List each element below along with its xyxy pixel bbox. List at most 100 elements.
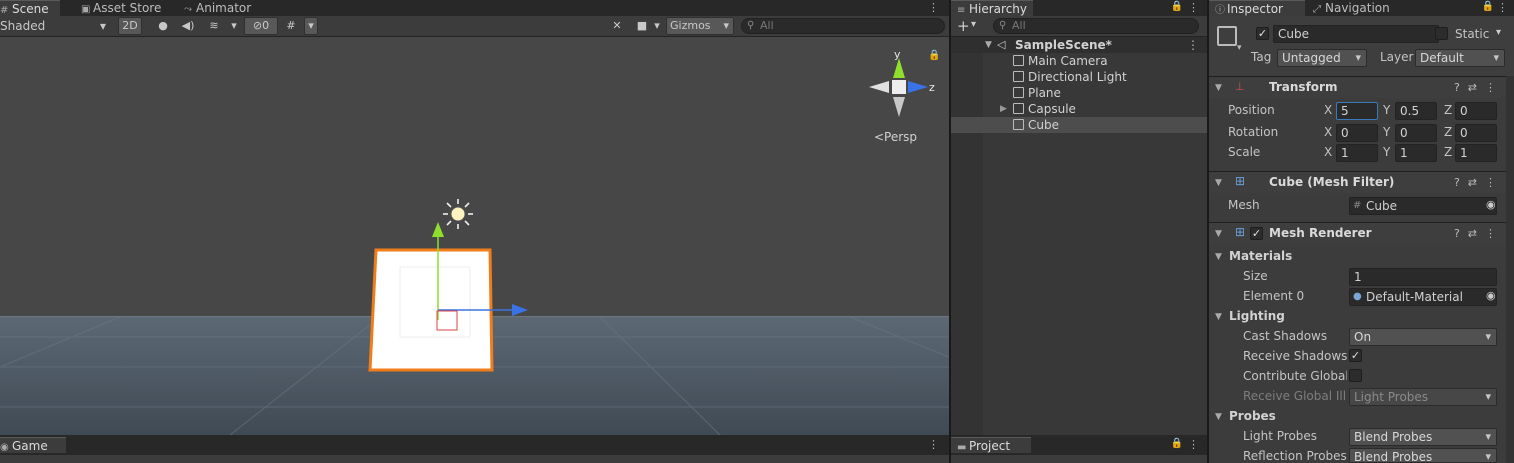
rotation-x-input[interactable]: 0 — [1336, 124, 1378, 142]
object-picker-icon[interactable]: ◉ — [1486, 198, 1496, 211]
audio-toggle-icon[interactable]: ◀) — [178, 17, 198, 35]
hierarchy-item-directional-light[interactable]: Directional Light — [951, 69, 1207, 85]
lighting-toggle-icon[interactable]: ● — [154, 17, 172, 35]
hierarchy-search-input[interactable]: ⚲ All — [993, 18, 1199, 34]
cast-shadows-dropdown[interactable]: On — [1349, 328, 1497, 346]
materials-label[interactable]: Materials — [1229, 249, 1292, 263]
tab-hierarchy[interactable]: ≡ Hierarchy — [951, 0, 1033, 16]
row-menu-icon[interactable]: ⋮ — [1187, 37, 1199, 53]
receive-shadows-checkbox[interactable]: ✓ — [1349, 349, 1362, 362]
shading-mode-dropdown[interactable]: Shaded ▾ — [0, 17, 110, 35]
position-z-input[interactable]: 0 — [1455, 102, 1497, 120]
orient-neg-x-cone[interactable] — [869, 81, 889, 93]
probes-foldout-icon[interactable]: ▼ — [1215, 412, 1222, 422]
hierarchy-item-main-camera[interactable]: Main Camera — [951, 53, 1207, 69]
foldout-open-icon[interactable]: ▼ — [1215, 229, 1222, 239]
transform-header[interactable]: ▼ ⊥ Transform ?⇄⋮ — [1209, 76, 1514, 98]
lighting-foldout-icon[interactable]: ▼ — [1215, 312, 1222, 322]
hierarchy-item-cube[interactable]: Cube — [951, 117, 1207, 133]
orient-center-cube[interactable] — [892, 80, 906, 94]
scene-root-row[interactable]: ▼ ◁ SampleScene* ⋮ — [951, 37, 1207, 53]
2d-toggle-button[interactable]: 2D — [118, 17, 142, 35]
static-chevron-icon[interactable]: ▾ — [1496, 27, 1501, 38]
orient-z-cone[interactable] — [908, 81, 928, 93]
scene-search-input[interactable]: ⚲ All — [741, 18, 945, 34]
panel-menu-icon[interactable]: ⋮ — [928, 438, 939, 451]
tab-asset-store[interactable]: ▣ Asset Store — [75, 0, 167, 16]
contribute-gi-checkbox[interactable] — [1349, 369, 1362, 382]
mesh-renderer-enabled-checkbox[interactable]: ✓ — [1250, 227, 1263, 240]
mesh-filter-header[interactable]: ▼ ⊞ Cube (Mesh Filter) ?⇄⋮ — [1209, 171, 1514, 193]
tab-scene[interactable]: # Scene — [0, 0, 60, 16]
panel-menu-icon[interactable]: ⋮ — [1188, 1, 1199, 14]
add-chevron-icon[interactable]: ▾ — [971, 19, 976, 30]
materials-foldout-icon[interactable]: ▼ — [1215, 252, 1222, 262]
mesh-renderer-header[interactable]: ▼ ⊞ ✓ Mesh Renderer ?⇄⋮ — [1209, 222, 1514, 244]
tools-icon[interactable]: ✕ — [608, 17, 626, 35]
component-actions-icons[interactable]: ?⇄⋮ — [1454, 227, 1504, 240]
icon-chevron-icon[interactable]: ▾ — [1237, 43, 1242, 53]
lock-icon[interactable]: 🔒 — [1171, 1, 1183, 12]
position-x-input[interactable]: 5 — [1336, 102, 1378, 120]
tab-animator[interactable]: ⤳ Animator — [178, 0, 257, 16]
lock-icon[interactable]: 🔒 — [1171, 438, 1183, 449]
static-label[interactable]: Static — [1455, 27, 1489, 41]
scale-x-input[interactable]: 1 — [1336, 144, 1378, 162]
position-y-input[interactable]: 0.5 — [1395, 102, 1437, 120]
grid-toggle-icon[interactable]: # — [282, 17, 300, 35]
foldout-open-icon[interactable]: ▼ — [1215, 178, 1222, 188]
foldout-open-icon[interactable]: ▼ — [1215, 83, 1222, 93]
effects-chevron-icon[interactable]: ▾ — [228, 17, 240, 35]
foldout-closed-icon[interactable]: ▶ — [1000, 101, 1007, 117]
materials-size-input[interactable]: 1 — [1349, 268, 1497, 286]
lock-icon[interactable]: 🔒 — [928, 49, 940, 61]
position-label: Position — [1228, 103, 1275, 117]
panel-menu-icon[interactable]: ⋮ — [1188, 438, 1199, 451]
rotation-z-input[interactable]: 0 — [1455, 124, 1497, 142]
component-actions-icons[interactable]: ?⇄⋮ — [1454, 176, 1504, 189]
probes-label[interactable]: Probes — [1229, 409, 1276, 423]
camera-chevron-icon[interactable]: ▾ — [652, 17, 662, 35]
inspector-scrollbar[interactable] — [1506, 76, 1514, 463]
hierarchy-item-plane[interactable]: Plane — [951, 85, 1207, 101]
add-icon[interactable]: + — [957, 17, 970, 35]
tab-game[interactable]: ◉ Game — [0, 437, 66, 453]
scale-z-input[interactable]: 1 — [1455, 144, 1497, 162]
scale-y-input[interactable]: 1 — [1395, 144, 1437, 162]
static-checkbox[interactable] — [1435, 27, 1448, 40]
mesh-object-field[interactable]: # Cube — [1349, 197, 1497, 215]
gizmo-x-arrow-icon[interactable] — [512, 304, 528, 316]
hierarchy-item-capsule[interactable]: ▶ Capsule — [951, 101, 1207, 117]
gameobject-icon — [1013, 87, 1024, 98]
gizmo-y-arrow-icon[interactable] — [432, 222, 444, 237]
object-name-input[interactable]: Cube — [1273, 25, 1439, 43]
tab-project[interactable]: ▬ Project — [951, 437, 1031, 453]
tab-inspector[interactable]: ⓘ Inspector — [1209, 0, 1305, 16]
element0-object-field[interactable]: ● Default-Material — [1349, 288, 1497, 306]
panel-menu-icon[interactable]: ⋮ — [928, 1, 939, 14]
lock-icon[interactable]: 🔒 — [1482, 1, 1494, 12]
camera-icon[interactable]: ■ — [634, 17, 650, 35]
persp-label[interactable]: <Persp — [874, 130, 917, 144]
scene-viewport[interactable]: 🔒 y z <Persp — [0, 37, 949, 435]
component-actions-icons[interactable]: ?⇄⋮ — [1454, 81, 1504, 94]
hidden-objects-toggle[interactable]: ⊘0 — [244, 17, 278, 35]
tab-navigation[interactable]: ⤢ Navigation — [1307, 0, 1396, 16]
panel-menu-icon[interactable]: ⋮ — [1497, 1, 1508, 14]
hierarchy-panel: ≡ Hierarchy 🔒 ⋮ + ▾ ⚲ All ▼ ◁ SampleScene… — [951, 0, 1207, 435]
effects-icon[interactable]: ≋ — [204, 17, 224, 35]
foldout-open-icon[interactable]: ▼ — [985, 37, 992, 53]
orient-neg-y-cone[interactable] — [893, 97, 905, 117]
grid-chevron-icon[interactable]: ▾ — [304, 17, 318, 35]
light-probes-dropdown[interactable]: Blend Probes — [1349, 428, 1497, 446]
layer-dropdown[interactable]: Default — [1415, 49, 1505, 67]
tag-dropdown[interactable]: Untagged — [1277, 49, 1367, 67]
rotation-y-input[interactable]: 0 — [1395, 124, 1437, 142]
gizmos-dropdown[interactable]: Gizmos ▾ — [666, 17, 734, 35]
object-picker-icon[interactable]: ◉ — [1486, 289, 1496, 302]
orient-y-cone[interactable] — [893, 58, 905, 78]
lighting-label[interactable]: Lighting — [1229, 309, 1285, 323]
scale-x-label: X — [1324, 145, 1333, 159]
reflection-probes-dropdown[interactable]: Blend Probes — [1349, 448, 1497, 463]
active-checkbox[interactable]: ✓ — [1256, 27, 1269, 40]
